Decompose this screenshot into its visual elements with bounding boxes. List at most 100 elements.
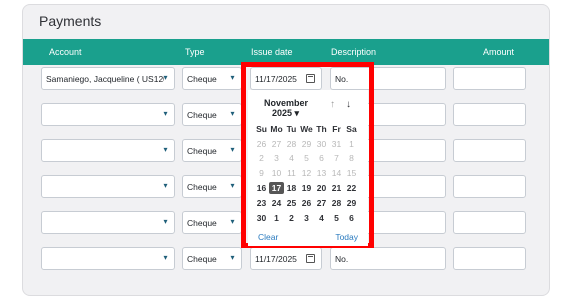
weekday-label: Mo [270, 124, 283, 134]
calendar-day[interactable]: 19 [299, 182, 314, 194]
description-input[interactable]: No. [330, 247, 446, 270]
account-select[interactable]: ▾ [41, 211, 175, 234]
chevron-down-icon: ▾ [163, 181, 168, 190]
clear-button[interactable]: Clear [258, 232, 278, 242]
picker-year[interactable]: 2025 ▾ [272, 108, 299, 119]
chevron-down-icon: ▾ [163, 145, 168, 154]
weekday-label: Fr [332, 124, 341, 134]
calendar-day[interactable]: 26 [299, 197, 314, 209]
calendar-day[interactable]: 18 [284, 182, 299, 194]
card-title: Payments [39, 13, 102, 29]
calendar-day[interactable]: 20 [314, 182, 329, 194]
chevron-down-icon: ▾ [230, 181, 235, 190]
type-select[interactable]: Cheque ▾ [182, 175, 242, 198]
calendar-day[interactable]: 9 [254, 167, 269, 179]
calendar-day[interactable]: 5 [329, 212, 344, 224]
calendar-day[interactable]: 25 [284, 197, 299, 209]
type-value: Cheque [187, 109, 217, 120]
account-select[interactable]: ▾ [41, 175, 175, 198]
chevron-down-icon: ▾ [230, 109, 235, 118]
type-select[interactable]: Cheque ▾ [182, 247, 242, 270]
amount-input[interactable] [453, 211, 526, 234]
calendar-day[interactable]: 6 [314, 152, 329, 164]
calendar-day[interactable]: 17 [269, 182, 284, 194]
weekday-label: Tu [286, 124, 297, 134]
arrow-up-icon[interactable]: ↑ [330, 99, 335, 110]
calendar-day[interactable]: 4 [284, 152, 299, 164]
type-select[interactable]: Cheque ▾ [182, 139, 242, 162]
issue-date-value: 11/17/2025 [255, 253, 297, 264]
calendar-day[interactable]: 27 [314, 197, 329, 209]
calendar-day[interactable]: 13 [314, 167, 329, 179]
chevron-down-icon: ▾ [163, 73, 168, 82]
calendar-day[interactable]: 10 [269, 167, 284, 179]
amount-input[interactable] [453, 175, 526, 198]
type-value: Cheque [187, 253, 217, 264]
type-value: Cheque [187, 217, 217, 228]
amount-input[interactable] [453, 103, 526, 126]
calendar-day[interactable]: 24 [269, 197, 284, 209]
type-value: Cheque [187, 145, 217, 156]
amount-input[interactable] [453, 139, 526, 162]
calendar-day[interactable]: 3 [269, 152, 284, 164]
amount-input[interactable] [453, 247, 526, 270]
arrow-down-icon[interactable]: ↓ [346, 99, 351, 110]
chevron-down-icon: ▾ [163, 253, 168, 262]
calendar-day[interactable]: 6 [344, 212, 359, 224]
amount-input[interactable] [453, 67, 526, 90]
issue-date-input[interactable]: 11/17/2025 [250, 247, 322, 270]
description-value: No. [335, 253, 349, 264]
calendar-day[interactable]: 4 [314, 212, 329, 224]
picker-footer: Clear Today [258, 232, 358, 242]
calendar-day[interactable]: 8 [344, 152, 359, 164]
calendar-day[interactable]: 28 [284, 138, 299, 150]
calendar-day[interactable]: 23 [254, 197, 269, 209]
calendar-day[interactable]: 12 [299, 167, 314, 179]
chevron-down-icon: ▾ [230, 145, 235, 154]
calendar-day[interactable]: 29 [344, 197, 359, 209]
type-select[interactable]: Cheque ▾ [182, 211, 242, 234]
type-value: Cheque [187, 181, 217, 192]
calendar-day[interactable]: 31 [329, 138, 344, 150]
calendar-day[interactable]: 22 [344, 182, 359, 194]
account-select[interactable]: ▾ [41, 103, 175, 126]
calendar-day[interactable]: 1 [269, 212, 284, 224]
calendar-day[interactable]: 3 [299, 212, 314, 224]
chevron-down-icon: ▾ [163, 217, 168, 226]
account-select[interactable]: ▾ [41, 139, 175, 162]
calendar-day[interactable]: 1 [344, 138, 359, 150]
calendar-day[interactable]: 15 [344, 167, 359, 179]
type-select[interactable]: Cheque ▾ [182, 103, 242, 126]
chevron-down-icon: ▾ [230, 73, 235, 82]
calendar-day[interactable]: 21 [329, 182, 344, 194]
calendar-day[interactable]: 2 [254, 152, 269, 164]
weekday-label: Sa [346, 124, 357, 134]
account-select[interactable]: ▾ [41, 247, 175, 270]
today-button[interactable]: Today [335, 232, 358, 242]
header-amount: Amount [483, 47, 515, 57]
account-value: Samaniego, Jacqueline ( US120 [46, 73, 164, 84]
calendar-day[interactable]: 26 [254, 138, 269, 150]
account-select[interactable]: Samaniego, Jacqueline ( US120 ▾ [41, 67, 175, 90]
type-select[interactable]: Cheque ▾ [182, 67, 242, 90]
chevron-down-icon: ▾ [163, 109, 168, 118]
weekday-label: Su [256, 124, 267, 134]
header-issue-date: Issue date [251, 47, 293, 57]
picker-month[interactable]: November [264, 98, 308, 108]
calendar-day[interactable]: 30 [254, 212, 269, 224]
calendar-day[interactable]: 28 [329, 197, 344, 209]
calendar-day[interactable]: 11 [284, 167, 299, 179]
calendar-icon[interactable] [306, 254, 315, 263]
calendar-day[interactable]: 16 [254, 182, 269, 194]
chevron-down-icon: ▾ [230, 217, 235, 226]
calendar-day[interactable]: 7 [329, 152, 344, 164]
calendar-day[interactable]: 5 [299, 152, 314, 164]
header-account: Account [49, 47, 82, 57]
calendar-day[interactable]: 30 [314, 138, 329, 150]
calendar-day[interactable]: 27 [269, 138, 284, 150]
header-description: Description [331, 47, 377, 57]
calendar-day[interactable]: 2 [284, 212, 299, 224]
calendar-day[interactable]: 14 [329, 167, 344, 179]
chevron-down-icon: ▾ [294, 108, 300, 118]
calendar-day[interactable]: 29 [299, 138, 314, 150]
